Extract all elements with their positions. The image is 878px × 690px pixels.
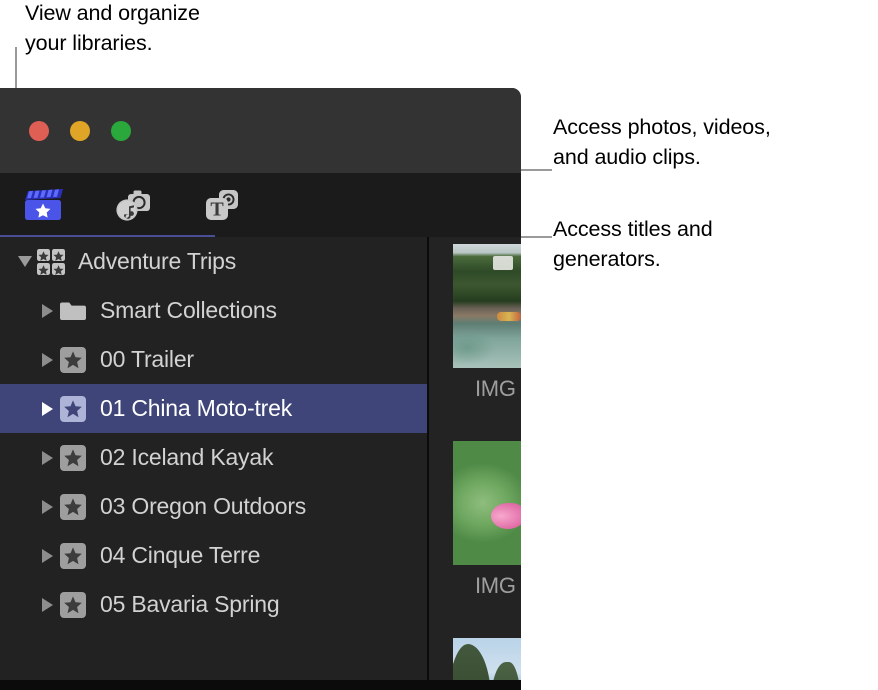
sidebar-item-01-china-moto-trek[interactable]: 01 China Moto-trek	[0, 384, 427, 433]
smart-collection-icon	[60, 591, 86, 618]
clip-thumbnail[interactable]	[453, 244, 521, 368]
disclosure-triangle-collapsed[interactable]	[36, 401, 58, 416]
disclosure-triangle-collapsed[interactable]	[36, 499, 58, 514]
chevron-right-icon	[41, 352, 53, 367]
sidebar-item-04-cinque-terre[interactable]: 04 Cinque Terre	[0, 531, 427, 580]
sidebar-item-smart-collections[interactable]: Smart Collections	[0, 286, 427, 335]
sidebar-item-label: 03 Oregon Outdoors	[100, 493, 307, 519]
smart-collection-icon	[60, 395, 86, 422]
svg-text:T: T	[210, 199, 224, 221]
browser-clip[interactable]: IMG	[453, 244, 521, 402]
clip-thumbnail-image	[453, 441, 521, 565]
chevron-right-icon	[41, 401, 53, 416]
titles-generators-icon: T	[206, 190, 238, 221]
chevron-right-icon	[41, 597, 53, 612]
sidebar-tab-libraries[interactable]	[20, 181, 68, 229]
sidebar-item-label: 02 Iceland Kayak	[100, 444, 274, 470]
callout-libraries-line1: View and organize	[25, 1, 200, 25]
disclosure-triangle-collapsed[interactable]	[36, 450, 58, 465]
window-bottom-edge	[0, 680, 521, 690]
clip-thumbnail-image	[453, 244, 521, 368]
smart-collection-icon	[58, 590, 88, 620]
smart-collection-icon	[58, 541, 88, 571]
clip-name-label: IMG	[475, 376, 516, 401]
chevron-down-icon	[18, 256, 32, 267]
callout-titles: Access titles and generators.	[553, 214, 713, 274]
sidebar-item-05-bavaria-spring[interactable]: 05 Bavaria Spring	[0, 580, 427, 629]
disclosure-triangle-collapsed[interactable]	[36, 597, 58, 612]
library-icon	[37, 248, 65, 275]
callout-titles-line1: Access titles and	[553, 217, 713, 241]
sidebar-item-label: Adventure Trips	[78, 248, 237, 274]
zoom-window-button[interactable]	[111, 121, 131, 141]
callout-libraries-line2: your libraries.	[25, 31, 153, 55]
sidebar-item-03-oregon-outdoors[interactable]: 03 Oregon Outdoors	[0, 482, 427, 531]
clip-thumbnail[interactable]	[453, 441, 521, 565]
smart-collection-icon	[60, 493, 86, 520]
smart-collection-icon	[60, 444, 86, 471]
clapperboard-star-icon	[25, 189, 63, 220]
folder-icon	[58, 296, 88, 326]
callout-libraries: View and organize your libraries.	[25, 0, 200, 58]
smart-collection-icon	[58, 492, 88, 522]
smart-collection-icon	[60, 346, 86, 373]
sidebar-item-02-iceland-kayak[interactable]: 02 Iceland Kayak	[0, 433, 427, 482]
traffic-lights	[29, 121, 131, 141]
disclosure-triangle-expanded[interactable]	[14, 256, 36, 267]
callout-media-line1: Access photos, videos,	[553, 115, 771, 139]
sidebar-item-label: 00 Trailer	[100, 346, 194, 372]
sidebar-item-00-trailer[interactable]: 00 Trailer	[0, 335, 427, 384]
folder-icon	[60, 302, 86, 320]
chevron-right-icon	[41, 303, 53, 318]
sidebar-item-label: 04 Cinque Terre	[100, 542, 261, 568]
disclosure-triangle-collapsed[interactable]	[36, 548, 58, 563]
libraries-sidebar: Adventure Trips Smart Collections 00 Trail…	[0, 237, 427, 690]
close-window-button[interactable]	[29, 121, 49, 141]
callout-media: Access photos, videos, and audio clips.	[553, 112, 771, 172]
chevron-right-icon	[41, 499, 53, 514]
sidebar-tab-titles-browser[interactable]: T	[198, 181, 246, 229]
sidebar-tab-media-browser[interactable]	[110, 181, 158, 229]
sidebar-item-label: 01 China Moto-trek	[100, 395, 292, 421]
chevron-right-icon	[41, 450, 53, 465]
app-window: T Adventure Trips Smart Collections 00 Tra…	[0, 88, 521, 690]
browser-icon-bar: T	[0, 173, 521, 237]
smart-collection-icon	[58, 443, 88, 473]
disclosure-triangle-collapsed[interactable]	[36, 352, 58, 367]
smart-collection-icon	[60, 542, 86, 569]
disclosure-triangle-collapsed[interactable]	[36, 303, 58, 318]
minimize-window-button[interactable]	[70, 121, 90, 141]
library-icon	[36, 247, 66, 277]
sidebar-item-label: Smart Collections	[100, 297, 277, 323]
clip-name-label: IMG	[475, 573, 516, 598]
photos-music-icon	[116, 190, 150, 221]
callout-media-line2: and audio clips.	[553, 145, 701, 169]
chevron-right-icon	[41, 548, 53, 563]
sidebar-item-label: 05 Bavaria Spring	[100, 591, 280, 617]
browser-clip[interactable]: IMG	[453, 441, 521, 599]
clip-browser: IMGIMGIMG	[429, 237, 521, 690]
smart-collection-icon	[58, 345, 88, 375]
sidebar-item-adventure-trips[interactable]: Adventure Trips	[0, 237, 427, 286]
smart-collection-icon	[58, 394, 88, 424]
callout-titles-line2: generators.	[553, 247, 661, 271]
